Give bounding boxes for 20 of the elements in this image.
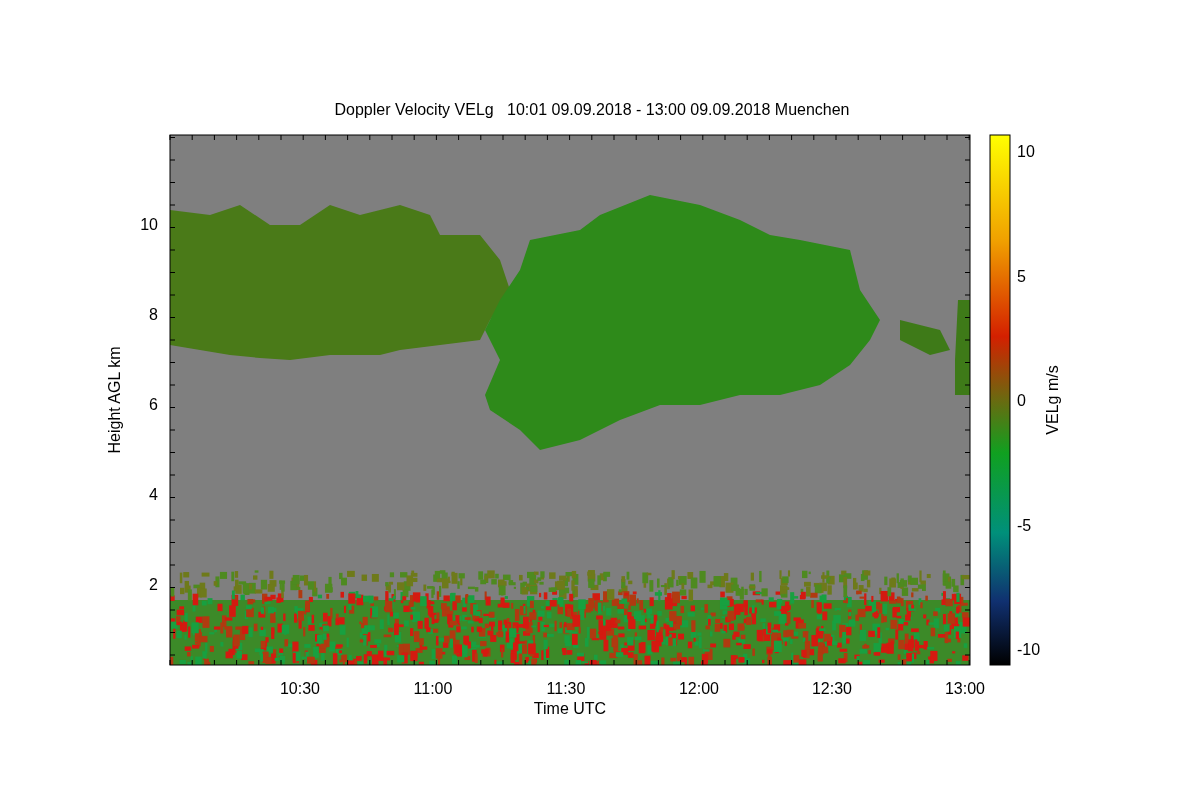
y-tick-label: 6 <box>149 396 158 413</box>
colorbar-tick-label: 10 <box>1017 143 1035 160</box>
y-tick-label: 2 <box>149 576 158 593</box>
y-tick-label: 8 <box>149 306 158 323</box>
x-tick-label: 13:00 <box>945 680 985 697</box>
chart-title: Doppler Velocity VELg 10:01 09.09.2018 - 13:00 09.09.2018 Muenchen <box>334 101 850 118</box>
y-axis-label: Height AGL km <box>106 346 123 454</box>
x-tick-label: 10:30 <box>280 680 320 697</box>
colorbar-tick-label: 0 <box>1017 392 1026 409</box>
colorbar-tick-label: -10 <box>1017 641 1041 658</box>
colorbar-tick-label: 5 <box>1017 267 1026 285</box>
colorbar-tick-label: -5 <box>1017 516 1032 534</box>
y-tick-label: 10 <box>140 216 158 233</box>
x-tick-label: 12:00 <box>679 680 719 697</box>
x-tick-label: 11:00 <box>413 680 453 697</box>
colorbar-label: VELg m/s <box>1044 365 1061 435</box>
x-tick-label: 11:30 <box>546 680 586 697</box>
y-tick-label: 4 <box>149 486 158 503</box>
x-axis-label: Time UTC <box>533 700 607 717</box>
x-tick-label: 12:30 <box>812 680 852 697</box>
